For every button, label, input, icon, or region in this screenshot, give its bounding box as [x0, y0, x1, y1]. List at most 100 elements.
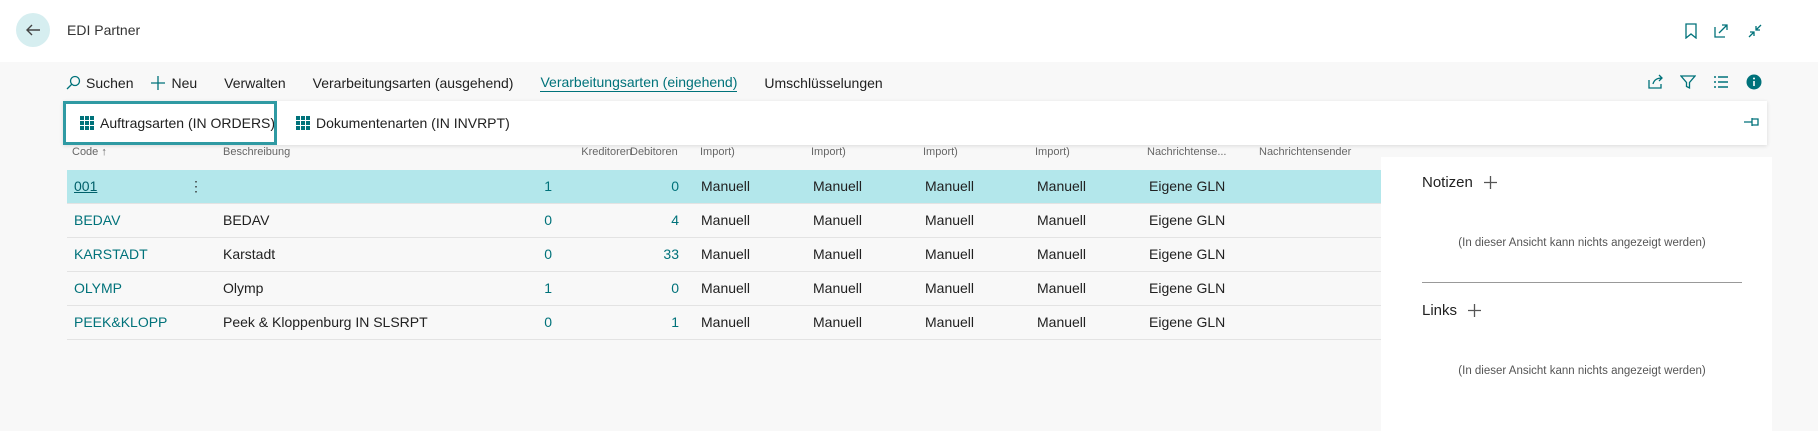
- cell-import-1: Manuell: [701, 246, 751, 262]
- back-button[interactable]: [16, 13, 50, 47]
- order-types-label: Auftragsarten (IN ORDERS): [100, 115, 276, 131]
- share-icon[interactable]: [1646, 72, 1666, 92]
- manage-menu[interactable]: Verwalten: [224, 75, 285, 91]
- cell-code[interactable]: 001: [74, 170, 97, 203]
- cell-import-3: Manuell: [925, 280, 975, 296]
- cell-description: Peek & Kloppenburg IN SLSRPT: [223, 314, 428, 330]
- cell-message-sender: Eigene GLN: [1149, 314, 1226, 330]
- mappings-menu[interactable]: Umschlüsselungen: [764, 75, 882, 91]
- bookmark-icon[interactable]: [1682, 22, 1700, 40]
- add-link-icon[interactable]: [1467, 303, 1482, 318]
- cell-message-sender: Eigene GLN: [1149, 178, 1226, 194]
- column-header-code[interactable]: Code ↑: [72, 146, 107, 162]
- cell-import-2: Manuell: [813, 314, 863, 330]
- cell-import-3: Manuell: [925, 178, 975, 194]
- row-actions-icon[interactable]: ⋮: [189, 170, 203, 203]
- column-header-vendors[interactable]: Kreditoren: [495, 146, 632, 162]
- column-header-message-sender-2[interactable]: Nachrichtensender: [1259, 146, 1351, 162]
- links-section-title: Links: [1422, 302, 1482, 319]
- table-row[interactable]: OLYMP Olymp 1 0 Manuell Manuell Manuell …: [67, 272, 1381, 306]
- search-button[interactable]: Suchen: [65, 75, 133, 91]
- search-icon: [66, 75, 81, 90]
- order-types-button[interactable]: Auftragsarten (IN ORDERS): [63, 101, 277, 145]
- column-header-message-sender-1[interactable]: Nachrichtense...: [1147, 146, 1226, 162]
- cell-vendors[interactable]: 0: [467, 238, 552, 271]
- cell-vendors[interactable]: 0: [467, 204, 552, 237]
- column-header-import-4[interactable]: Import): [1035, 146, 1070, 162]
- grid-icon: [296, 116, 310, 130]
- notes-section-title: Notizen: [1422, 174, 1498, 191]
- cell-import-4: Manuell: [1037, 178, 1087, 194]
- list-view-icon[interactable]: [1711, 72, 1731, 92]
- column-header-import-2[interactable]: Import): [811, 146, 846, 162]
- page-header: EDI Partner: [0, 0, 1818, 62]
- cell-description: Olymp: [223, 280, 264, 296]
- divider: [1422, 282, 1742, 283]
- links-title: Links: [1422, 302, 1458, 319]
- cell-import-2: Manuell: [813, 246, 863, 262]
- cell-customers[interactable]: 33: [587, 238, 679, 271]
- plus-icon: [151, 76, 166, 90]
- pin-icon[interactable]: [1743, 115, 1761, 134]
- outgoing-processing-menu[interactable]: Verarbeitungsarten (ausgehend): [313, 75, 514, 91]
- cell-import-2: Manuell: [813, 280, 863, 296]
- cell-vendors[interactable]: 1: [467, 170, 552, 203]
- cell-import-2: Manuell: [813, 178, 863, 194]
- cell-import-4: Manuell: [1037, 280, 1087, 296]
- cell-code[interactable]: KARSTADT: [74, 238, 148, 271]
- table-row[interactable]: 001 ⋮ 1 0 Manuell Manuell Manuell Manuel…: [67, 170, 1381, 204]
- grid-icon: [80, 116, 94, 130]
- document-types-button[interactable]: Dokumentenarten (IN INVRPT): [296, 101, 510, 145]
- cell-description: Karstadt: [223, 246, 276, 262]
- cell-customers[interactable]: 4: [587, 204, 679, 237]
- cell-import-4: Manuell: [1037, 314, 1087, 330]
- notes-empty-text: (In dieser Ansicht kann nichts angezeigt…: [1458, 237, 1706, 249]
- links-empty-text: (In dieser Ansicht kann nichts angezeigt…: [1458, 365, 1706, 377]
- open-new-window-icon[interactable]: [1712, 22, 1730, 40]
- arrow-left-icon: [26, 24, 40, 36]
- cell-code[interactable]: PEEK&KLOPP: [74, 306, 167, 339]
- cell-import-2: Manuell: [813, 212, 863, 228]
- incoming-processing-menu[interactable]: Verarbeitungsarten (eingehend): [540, 74, 738, 92]
- new-button[interactable]: Neu: [150, 75, 197, 91]
- cell-customers[interactable]: 0: [587, 272, 679, 305]
- cell-import-4: Manuell: [1037, 246, 1087, 262]
- cell-import-3: Manuell: [925, 314, 975, 330]
- column-header-import-1[interactable]: Import): [700, 146, 735, 162]
- cell-import-1: Manuell: [701, 280, 751, 296]
- cell-code[interactable]: BEDAV: [74, 204, 120, 237]
- table-row[interactable]: BEDAV BEDAV 0 4 Manuell Manuell Manuell …: [67, 204, 1381, 238]
- page-title: EDI Partner: [67, 22, 141, 38]
- info-icon[interactable]: [1744, 72, 1764, 92]
- cell-customers[interactable]: 1: [587, 306, 679, 339]
- cell-message-sender: Eigene GLN: [1149, 212, 1226, 228]
- notes-title: Notizen: [1422, 174, 1473, 191]
- filter-icon[interactable]: [1678, 72, 1698, 92]
- cell-import-3: Manuell: [925, 246, 975, 262]
- cell-import-4: Manuell: [1037, 212, 1087, 228]
- factbox-pane: Notizen (In dieser Ansicht kann nichts a…: [1381, 157, 1772, 431]
- action-bar: Suchen Neu Verwalten Verarbeitungsarten …: [65, 72, 910, 94]
- cell-import-1: Manuell: [701, 314, 751, 330]
- column-header-customers[interactable]: Debitoren: [630, 146, 678, 162]
- cell-code[interactable]: OLYMP: [74, 272, 122, 305]
- cell-import-1: Manuell: [701, 178, 751, 194]
- cell-vendors[interactable]: 1: [467, 272, 552, 305]
- cell-customers[interactable]: 0: [587, 170, 679, 203]
- search-label: Suchen: [86, 75, 134, 91]
- promoted-actions-bar: Auftragsarten (IN ORDERS) Dokumentenarte…: [63, 101, 1767, 145]
- cell-vendors[interactable]: 0: [467, 306, 552, 339]
- column-header-import-3[interactable]: Import): [923, 146, 958, 162]
- cell-message-sender: Eigene GLN: [1149, 280, 1226, 296]
- collapse-icon[interactable]: [1746, 22, 1764, 40]
- cell-message-sender: Eigene GLN: [1149, 246, 1226, 262]
- add-note-icon[interactable]: [1483, 175, 1498, 190]
- cell-import-3: Manuell: [925, 212, 975, 228]
- document-types-label: Dokumentenarten (IN INVRPT): [316, 115, 510, 131]
- column-header-description[interactable]: Beschreibung: [223, 146, 290, 162]
- new-label: Neu: [171, 75, 198, 91]
- table-row[interactable]: KARSTADT Karstadt 0 33 Manuell Manuell M…: [67, 238, 1381, 272]
- cell-import-1: Manuell: [701, 212, 751, 228]
- table-row[interactable]: PEEK&KLOPP Peek & Kloppenburg IN SLSRPT …: [67, 306, 1381, 340]
- cell-description: BEDAV: [223, 212, 270, 228]
